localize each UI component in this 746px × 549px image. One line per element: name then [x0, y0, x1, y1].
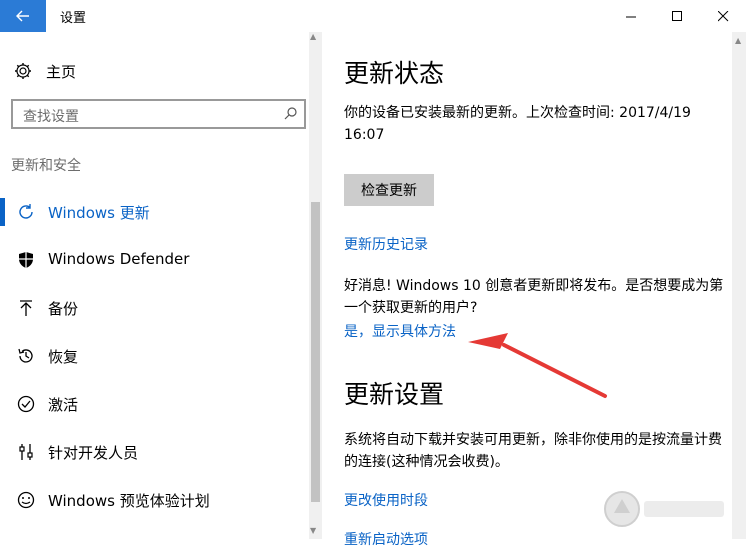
scrollbar-thumb[interactable]: [311, 202, 320, 502]
refresh-icon: [16, 202, 36, 222]
sidebar-item-insider[interactable]: Windows 预览体验计划: [0, 478, 318, 522]
show-how-link[interactable]: 是，显示具体方法: [344, 321, 456, 341]
main-scrollbar[interactable]: ▲: [732, 32, 746, 539]
search-input[interactable]: 查找设置: [23, 106, 79, 126]
sidebar-item-activation[interactable]: 激活: [0, 382, 318, 426]
close-icon: [717, 10, 728, 21]
home-link[interactable]: 主页: [14, 58, 76, 84]
settings-window: 设置 主页 查找设置 更新和安全 Windows 更新 Windows Defe…: [0, 0, 746, 548]
back-button[interactable]: [0, 0, 46, 32]
sidebar-item-label: 针对开发人员: [48, 444, 139, 462]
sidebar-scrollbar[interactable]: ▲ ▼: [309, 32, 322, 539]
minimize-icon: [625, 16, 636, 17]
check-circle-icon: [16, 394, 36, 414]
section-title: 更新和安全: [11, 158, 81, 174]
minimize-button[interactable]: [608, 0, 654, 32]
active-indicator: [0, 198, 5, 226]
sidebar-item-label: Windows 更新: [48, 204, 150, 222]
sidebar-item-windows-update[interactable]: Windows 更新: [0, 190, 318, 234]
close-button[interactable]: [700, 0, 746, 32]
insider-smile-icon: [16, 490, 36, 510]
scroll-down-icon[interactable]: ▼: [310, 526, 316, 535]
backup-arrow-icon: [16, 298, 36, 318]
sidebar-item-developers[interactable]: 针对开发人员: [0, 430, 318, 474]
search-box[interactable]: 查找设置: [11, 99, 306, 129]
sidebar-item-label: 恢复: [48, 348, 79, 366]
sidebar-item-windows-defender[interactable]: Windows Defender: [0, 238, 318, 282]
history-icon: [16, 346, 36, 366]
home-label: 主页: [46, 62, 77, 81]
window-title: 设置: [60, 11, 87, 26]
sidebar-item-label: Windows 预览体验计划: [48, 492, 210, 510]
sidebar-item-backup[interactable]: 备份: [0, 286, 318, 330]
update-status-text: 你的设备已安装最新的更新。上次检查时间: 2017/4/19 16:07: [344, 105, 691, 143]
sidebar-item-recovery[interactable]: 恢复: [0, 334, 318, 378]
maximize-button[interactable]: [654, 0, 700, 32]
back-arrow-icon: [16, 10, 29, 22]
scroll-up-icon[interactable]: ▲: [735, 36, 741, 45]
shield-icon: [16, 250, 36, 270]
title-bar: 设置: [0, 0, 746, 32]
developer-sliders-icon: [16, 442, 36, 462]
update-settings-heading: 更新设置: [344, 380, 445, 409]
maximize-icon: [671, 10, 682, 21]
search-icon[interactable]: [284, 106, 298, 120]
good-news-text: 好消息! Windows 10 创意者更新即将发布。是否想要成为第一个获取更新的…: [344, 278, 724, 316]
sidebar: 主页 查找设置 更新和安全 Windows 更新 Windows Defende…: [0, 32, 322, 539]
update-settings-text: 系统将自动下载并安装可用更新，除非你使用的是按流量计费的连接(这种情况会收费)。: [344, 432, 722, 470]
scroll-up-icon[interactable]: ▲: [310, 32, 316, 41]
watermark-logo-icon: [604, 491, 724, 527]
update-status-heading: 更新状态: [344, 59, 445, 88]
check-updates-button[interactable]: 检查更新: [344, 174, 434, 206]
sidebar-item-label: 备份: [48, 300, 79, 318]
update-history-link[interactable]: 更新历史记录: [344, 234, 428, 254]
sidebar-item-label: Windows Defender: [48, 250, 190, 268]
sidebar-item-label: 激活: [48, 396, 79, 414]
gear-icon: [15, 63, 31, 79]
restart-options-link[interactable]: 重新启动选项: [344, 529, 428, 549]
main-content: 更新状态 你的设备已安装最新的更新。上次检查时间: 2017/4/19 16:0…: [322, 32, 732, 548]
change-active-hours-link[interactable]: 更改使用时段: [344, 490, 428, 510]
